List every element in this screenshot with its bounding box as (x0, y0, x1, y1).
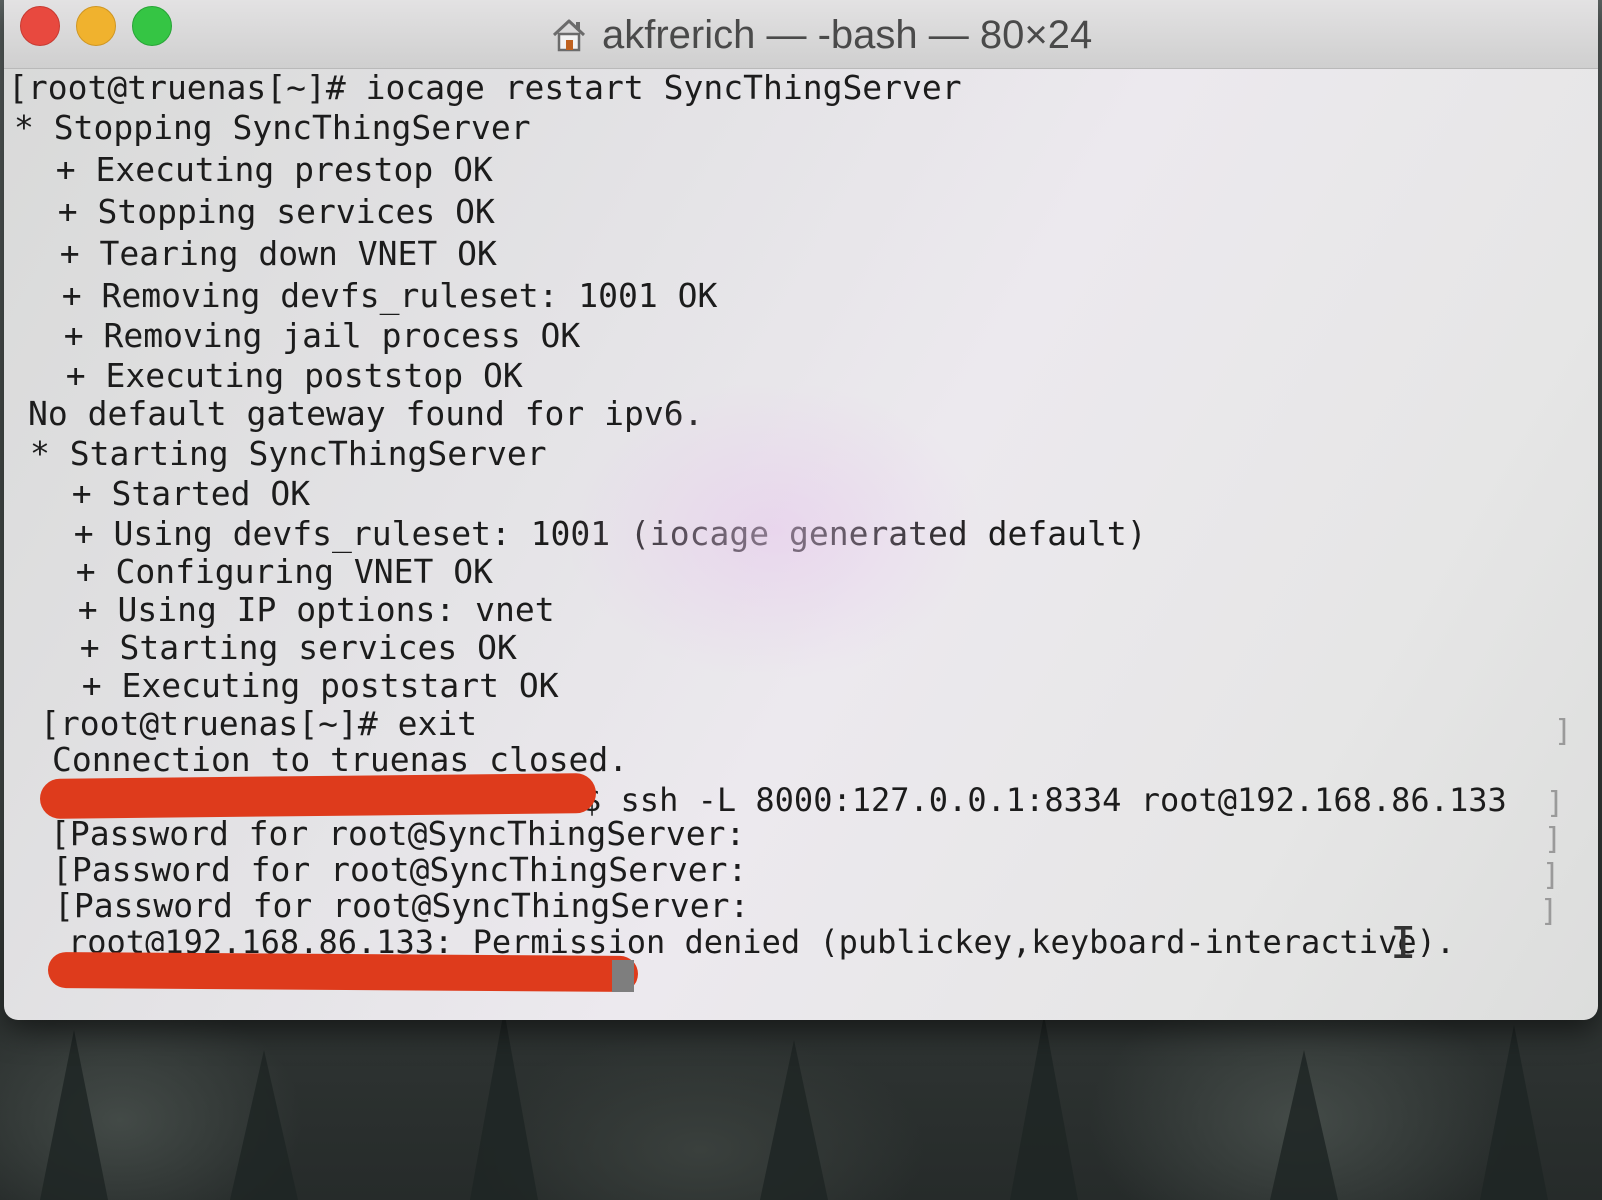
window-title-text: akfrerich — -bash — 80×24 (602, 12, 1093, 57)
terminal-line: No default gateway found for ipv6. (28, 394, 704, 433)
terminal-line: + Removing jail process OK (24, 316, 581, 355)
tree-silhouette (230, 1050, 298, 1200)
window-title: akfrerich — -bash — 80×24 (550, 10, 1092, 60)
terminal-line: Connection to truenas closed. (52, 740, 629, 779)
redaction-mark (47, 951, 639, 993)
home-icon (552, 19, 586, 52)
terminal-line: * Stopping SyncThingServer (14, 108, 531, 147)
terminal-line: [Password for root@SyncThingServer: (50, 814, 746, 853)
ibeam-cursor-icon: I (1390, 918, 1417, 969)
terminal-line: + Using devfs_ruleset: 1001 (iocage gene… (34, 514, 1147, 553)
line-mark: ] (1544, 822, 1563, 857)
tree-silhouette (470, 1010, 538, 1200)
terminal-line: [root@truenas[~]# iocage restart SyncThi… (8, 68, 962, 107)
line-mark: ] (1554, 714, 1573, 749)
terminal-line: * Starting SyncThingServer (30, 434, 547, 473)
terminal-line: + Starting services OK (40, 628, 517, 667)
tree-silhouette (1480, 1025, 1548, 1200)
line-mark: ] (1542, 858, 1561, 893)
terminal-line: + Started OK (32, 474, 311, 513)
redaction-mark (39, 773, 597, 819)
title-bar[interactable]: akfrerich — -bash — 80×24 (4, 0, 1598, 69)
terminal-window: akfrerich — -bash — 80×24 [root@truenas[… (4, 0, 1598, 1020)
terminal-line: + Tearing down VNET OK (20, 234, 497, 273)
terminal-line: + Configuring VNET OK (36, 552, 493, 591)
terminal-line: + Using IP options: vnet (38, 590, 555, 629)
tree-silhouette (1010, 1015, 1078, 1200)
terminal-line: $ ssh -L 8000:127.0.0.1:8334 root@192.16… (582, 781, 1507, 819)
terminal-line: + Executing poststop OK (26, 356, 523, 395)
line-mark: ] (1546, 786, 1565, 821)
line-mark: ] (1540, 894, 1559, 929)
terminal-line: [root@truenas[~]# exit (40, 704, 478, 743)
zoom-window-button[interactable] (132, 6, 172, 46)
terminal-line: [Password for root@SyncThingServer: (54, 886, 750, 925)
tree-silhouette (40, 1030, 108, 1200)
tree-silhouette (760, 1040, 828, 1200)
terminal-line: + Stopping services OK (18, 192, 495, 231)
terminal-cursor (612, 960, 634, 992)
terminal-line: + Executing prestop OK (16, 150, 493, 189)
tree-silhouette (1270, 1050, 1338, 1200)
terminal-line: [Password for root@SyncThingServer: (52, 850, 748, 889)
terminal-line: + Executing poststart OK (42, 666, 559, 705)
minimize-window-button[interactable] (76, 6, 116, 46)
terminal-line: + Removing devfs_ruleset: 1001 OK (22, 276, 718, 315)
close-window-button[interactable] (20, 6, 60, 46)
